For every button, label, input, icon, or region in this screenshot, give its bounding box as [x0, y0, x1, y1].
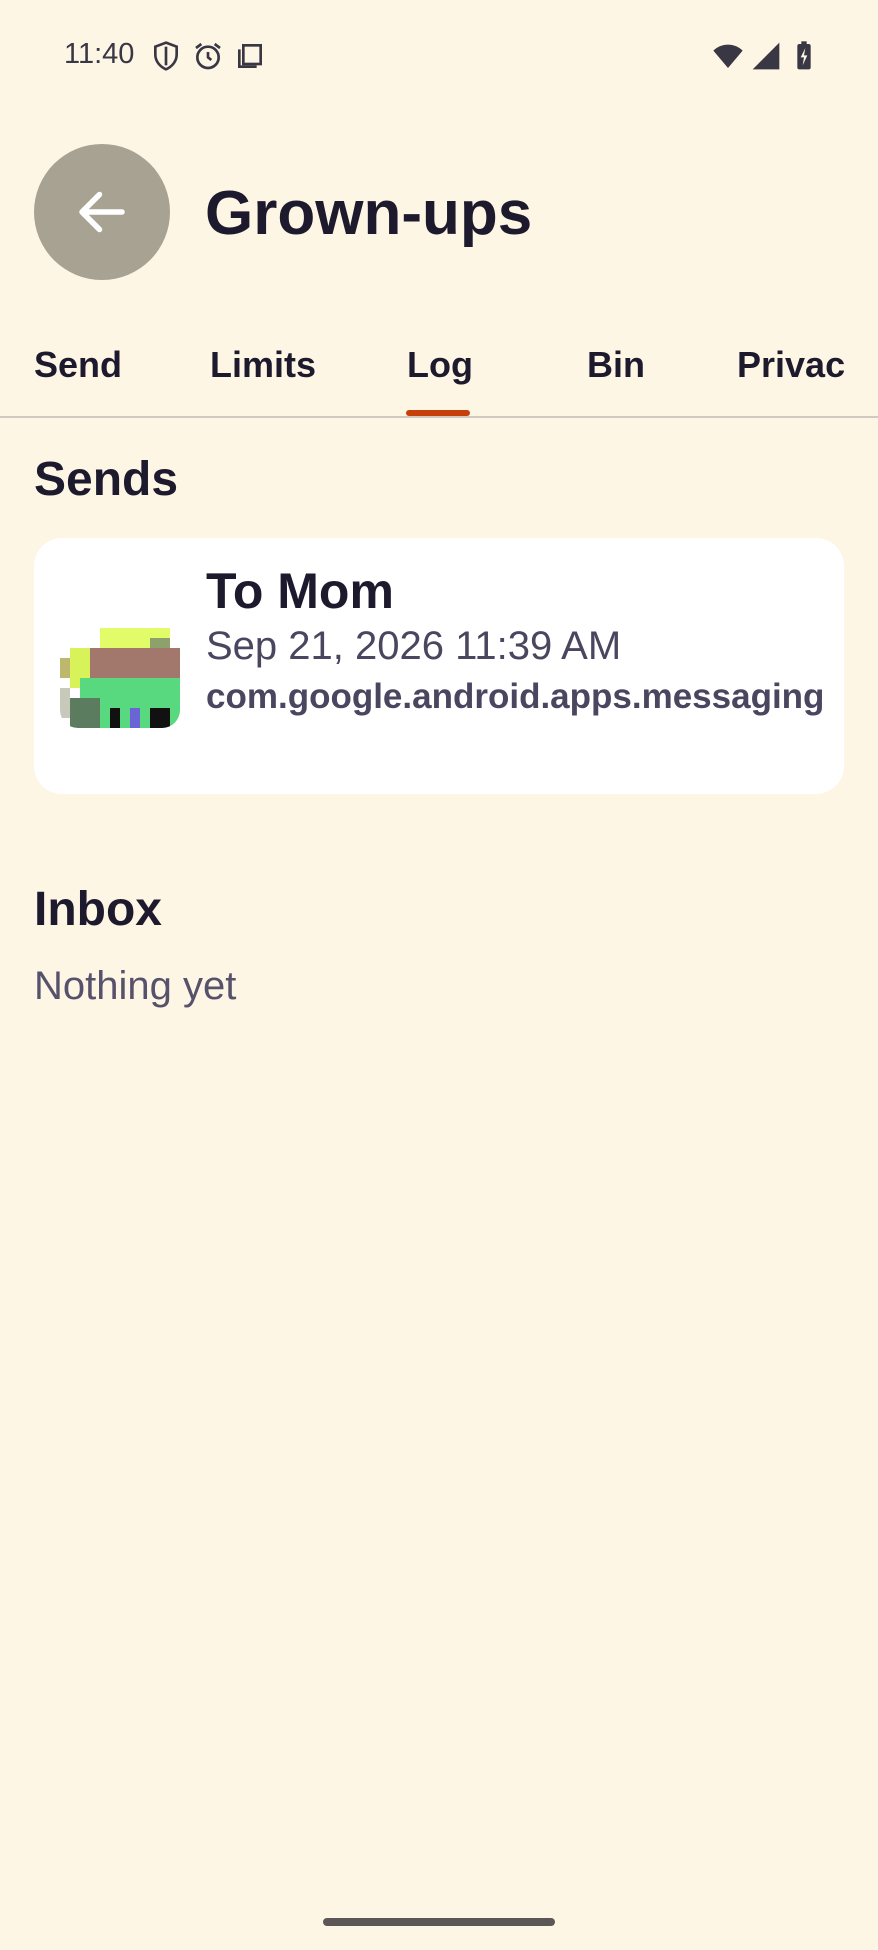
page-title: Grown-ups: [205, 179, 533, 248]
status-icons-right: [712, 40, 820, 72]
tab-send[interactable]: Send: [34, 344, 122, 386]
send-app-package: com.google.android.apps.messaging: [206, 677, 825, 716]
status-icons-left: [150, 40, 266, 72]
send-timestamp: Sep 21, 2026 11:39 AM: [206, 624, 622, 668]
send-recipient: To Mom: [206, 563, 394, 619]
signal-icon: [752, 42, 780, 70]
status-bar: 11:40: [0, 0, 878, 110]
tab-limits[interactable]: Limits: [210, 344, 316, 386]
tab-log[interactable]: Log: [407, 344, 473, 386]
inbox-section-title: Inbox: [34, 883, 162, 936]
tab-privacy[interactable]: Privac: [737, 344, 845, 386]
app-bar: Grown-ups: [0, 140, 878, 290]
inbox-empty-state: Nothing yet: [34, 964, 237, 1008]
arrow-left-icon: [79, 191, 125, 233]
wifi-icon: [713, 44, 743, 68]
battery-charging-icon: [797, 41, 811, 70]
status-time: 11:40: [64, 38, 135, 70]
tab-indicator: [406, 410, 470, 416]
back-button[interactable]: [34, 144, 170, 280]
sends-section-title: Sends: [34, 453, 179, 506]
tab-bar: Send Limits Log Bin Privac: [0, 330, 878, 418]
shield-icon: [154, 41, 178, 71]
app-thumbnail: [60, 608, 180, 728]
tab-bin[interactable]: Bin: [587, 344, 645, 386]
alarm-icon: [195, 42, 221, 70]
screenshot-icon: [238, 44, 262, 68]
home-indicator[interactable]: [323, 1918, 555, 1926]
send-log-item[interactable]: To Mom Sep 21, 2026 11:39 AM com.google.…: [34, 538, 844, 794]
